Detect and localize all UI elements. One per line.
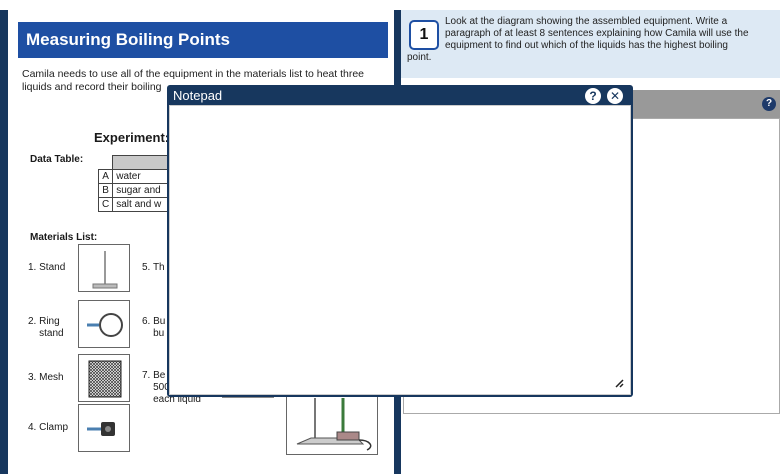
question-number: 1: [409, 20, 439, 50]
notepad-body: [169, 105, 631, 395]
assembled-equipment-diagram: [286, 395, 378, 455]
material-label-5: 5. Th: [142, 262, 165, 273]
stand-icon: [78, 244, 130, 292]
question-text: Look at the diagram showing the assemble…: [445, 16, 749, 51]
ring-stand-icon: [78, 300, 130, 348]
page-title: Measuring Boiling Points: [18, 22, 388, 58]
clamp-icon: [78, 404, 130, 452]
material-label-clamp: 4. Clamp: [28, 422, 69, 433]
experiment-title: Experiment: I: [94, 130, 177, 145]
material-label-stand: 1. Stand: [28, 262, 66, 273]
help-icon[interactable]: ?: [762, 97, 776, 111]
notepad-window[interactable]: Notepad ? ✕: [167, 85, 633, 397]
mesh-icon: [78, 354, 130, 402]
material-label-mesh: 3. Mesh: [28, 372, 64, 383]
materials-list-label: Materials List:: [30, 232, 98, 243]
material-label-ring-stand: 2. Ring stand: [28, 316, 64, 339]
question-header: 1 Look at the diagram showing the assemb…: [401, 10, 780, 78]
data-table-label: Data Table:: [30, 154, 84, 165]
notepad-help-button[interactable]: ?: [585, 88, 601, 104]
notepad-textarea[interactable]: [170, 106, 630, 394]
notepad-close-button[interactable]: ✕: [607, 88, 623, 104]
material-label-6: 6. Bu bu: [142, 316, 166, 339]
notepad-title: Notepad: [173, 88, 223, 103]
question-text-tail: point.: [407, 52, 432, 63]
resize-grip-icon[interactable]: [614, 378, 624, 388]
